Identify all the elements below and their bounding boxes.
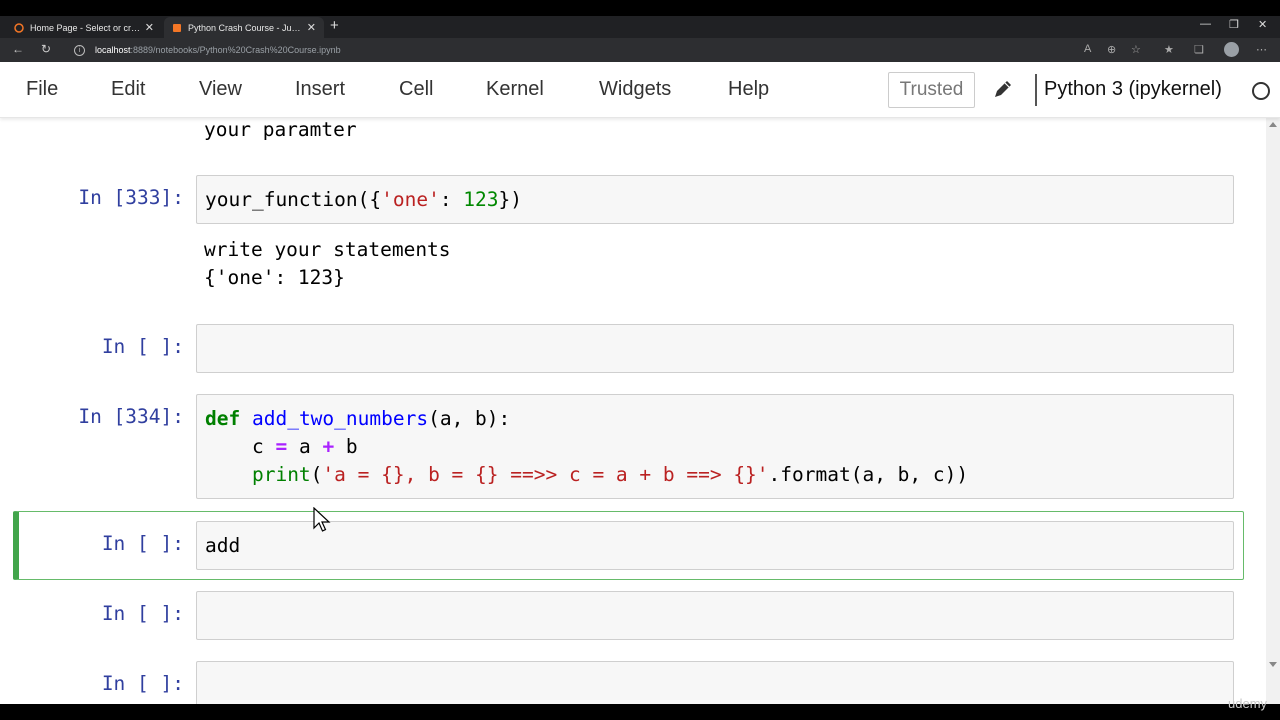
code-cell-empty[interactable] xyxy=(196,661,1234,704)
menu-view[interactable]: View xyxy=(199,78,242,101)
menu-insert[interactable]: Insert xyxy=(295,78,345,101)
trusted-indicator[interactable]: Trusted xyxy=(888,72,975,108)
browser-tab-home[interactable]: Home Page - Select or create a notebook … xyxy=(6,17,162,38)
favorites-icon[interactable]: ★ xyxy=(1164,43,1174,56)
menu-cell[interactable]: Cell xyxy=(399,78,433,101)
cell-output: your paramter xyxy=(204,118,357,141)
cell-output: {'one': 123} xyxy=(204,266,345,289)
code-cell-334[interactable]: def add_two_numbers(a, b): c = a + b pri… xyxy=(196,394,1234,499)
close-tab-icon[interactable]: ✕ xyxy=(145,21,154,34)
code-cell-333[interactable]: your_function({'one': 123}) xyxy=(196,175,1234,224)
code-cell-empty[interactable] xyxy=(196,324,1234,373)
close-window-icon[interactable]: ✕ xyxy=(1258,18,1267,31)
url-path: :8889/notebooks/Python%20Crash%20Course.… xyxy=(130,45,341,55)
browser-tab-notebook[interactable]: Python Crash Course - Jupyter Notebook ✕ xyxy=(164,17,324,38)
cell-prompt: In [ ]: xyxy=(101,672,184,695)
code-cell-empty[interactable] xyxy=(196,591,1234,640)
notebook-tab-icon xyxy=(173,23,181,32)
kernel-idle-icon xyxy=(1252,82,1270,100)
browser-address-bar: ← ↻ i localhost:8889/notebooks/Python%20… xyxy=(0,38,1280,62)
screen-bottom-border xyxy=(0,704,1280,720)
mouse-pointer-icon xyxy=(313,507,331,532)
cell-output: write your statements xyxy=(204,238,451,261)
screen-top-border xyxy=(0,0,1280,16)
back-arrow-icon[interactable]: ← xyxy=(12,42,24,56)
minimize-window-icon[interactable]: — xyxy=(1200,18,1211,30)
more-options-icon[interactable]: ⋯ xyxy=(1256,43,1267,56)
cell-prompt: In [333]: xyxy=(78,186,184,209)
cell-code[interactable]: def add_two_numbers(a, b): c = a + b pri… xyxy=(205,405,968,489)
cell-prompt: In [ ]: xyxy=(101,602,184,625)
profile-avatar[interactable] xyxy=(1224,42,1239,57)
url-field[interactable]: i localhost:8889/notebooks/Python%20Cras… xyxy=(74,41,1074,59)
tab-label: Home Page - Select or create a notebook xyxy=(30,22,141,33)
cell-code[interactable]: your_function({'one': 123}) xyxy=(205,186,522,214)
browser-tab-bar: Home Page - Select or create a notebook … xyxy=(0,16,1280,38)
menu-kernel[interactable]: Kernel xyxy=(486,78,544,101)
add-favorite-icon[interactable]: ☆ xyxy=(1131,43,1141,56)
cell-code[interactable]: add xyxy=(205,532,240,560)
read-aloud-icon[interactable]: A xyxy=(1084,43,1091,55)
close-tab-icon[interactable]: ✕ xyxy=(307,21,316,34)
cell-prompt: In [334]: xyxy=(78,405,184,428)
new-tab-icon[interactable]: + xyxy=(330,17,339,34)
udemy-watermark: udemy xyxy=(1228,696,1268,711)
scroll-up-arrow-icon[interactable] xyxy=(1269,122,1277,127)
cell-prompt: In [ ]: xyxy=(101,335,184,358)
jupyter-menubar: File Edit View Insert Cell Kernel Widget… xyxy=(0,62,1280,118)
cell-prompt: In [ ]: xyxy=(101,532,184,555)
notebook-area: your paramter In [333]: your_function({'… xyxy=(0,118,1266,704)
kernel-divider xyxy=(1035,74,1037,106)
code-cell-selected[interactable]: add xyxy=(196,521,1234,570)
menu-widgets[interactable]: Widgets xyxy=(599,78,671,101)
reload-icon[interactable]: ↻ xyxy=(41,42,51,56)
jupyter-logo-icon xyxy=(14,22,24,33)
collections-icon[interactable]: ❏ xyxy=(1194,43,1204,56)
menu-edit[interactable]: Edit xyxy=(111,78,145,101)
url-host: localhost xyxy=(95,45,131,55)
maximize-window-icon[interactable]: ❐ xyxy=(1229,18,1239,31)
menu-help[interactable]: Help xyxy=(728,78,769,101)
zoom-icon[interactable]: ⊕ xyxy=(1107,43,1116,56)
tab-label: Python Crash Course - Jupyter Notebook xyxy=(188,22,303,33)
info-icon[interactable]: i xyxy=(74,44,85,56)
vertical-scrollbar[interactable] xyxy=(1266,118,1280,704)
pencil-edit-icon[interactable] xyxy=(990,76,1016,102)
scroll-down-arrow-icon[interactable] xyxy=(1269,662,1277,667)
kernel-name[interactable]: Python 3 (ipykernel) xyxy=(1044,78,1222,101)
menu-file[interactable]: File xyxy=(26,78,58,101)
